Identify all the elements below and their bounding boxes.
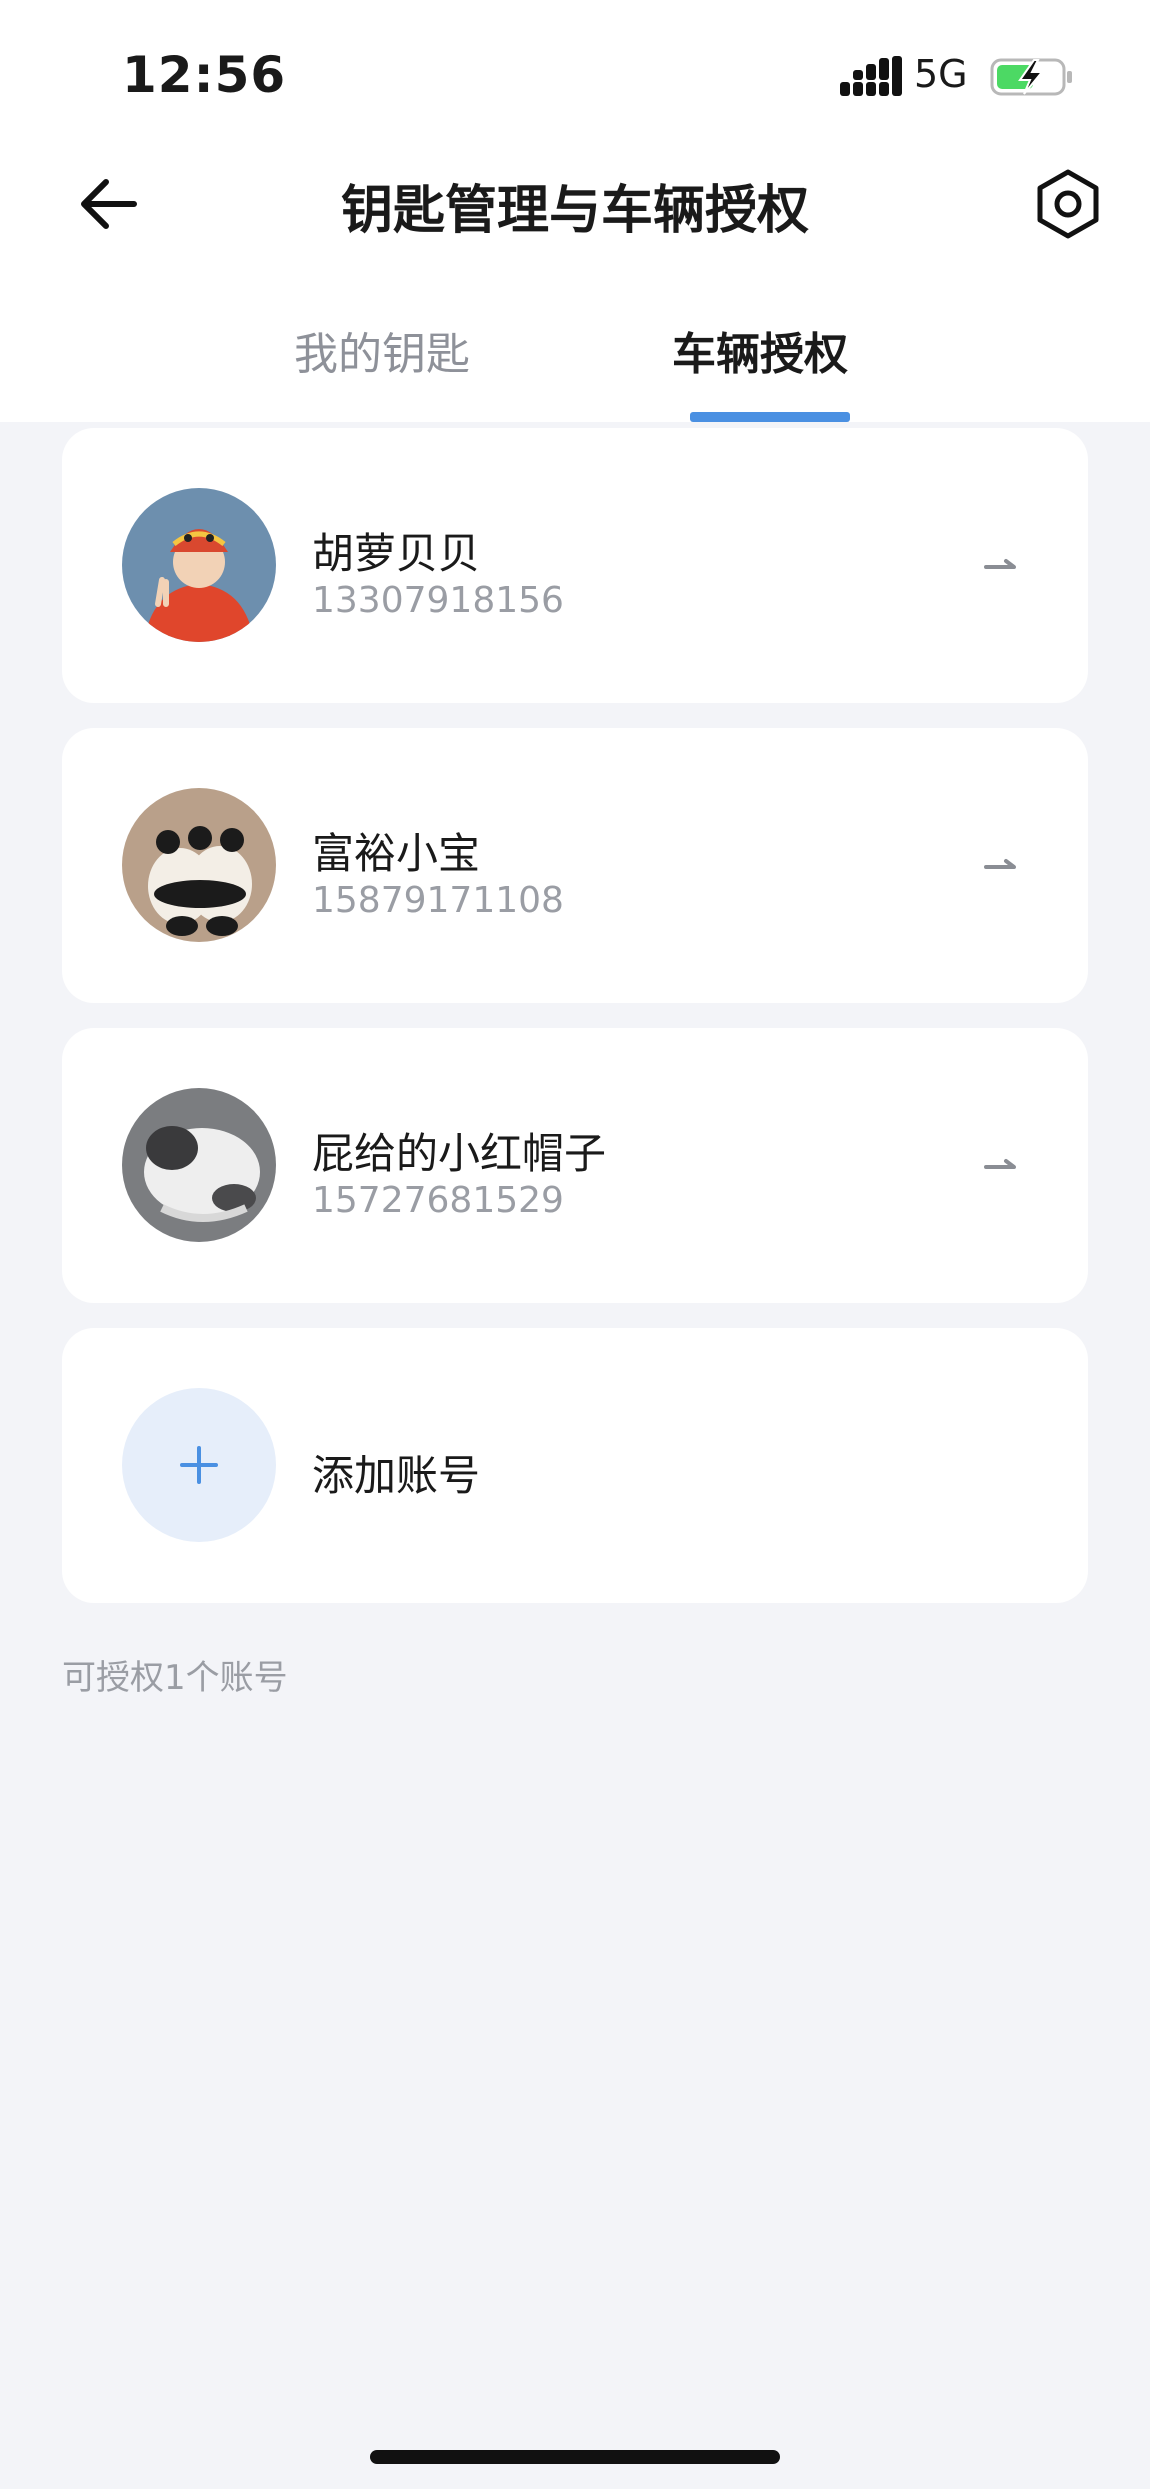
active-tab-indicator xyxy=(690,412,850,422)
tab-my-keys[interactable]: 我的钥匙 xyxy=(294,318,470,382)
battery-charging-icon xyxy=(990,58,1072,96)
account-name: 富裕小宝 xyxy=(312,829,481,878)
arrow-icon xyxy=(984,859,1016,869)
account-phone: 15727681529 xyxy=(312,1180,564,1221)
account-name: 屁给的小红帽子 xyxy=(312,1129,607,1178)
avatar xyxy=(122,488,276,642)
avatar xyxy=(122,1088,276,1242)
account-phone: 13307918156 xyxy=(312,580,564,621)
arrow-icon xyxy=(984,1159,1016,1169)
add-account-circle xyxy=(122,1388,276,1542)
home-indicator[interactable] xyxy=(370,2450,780,2464)
network-type: 5G xyxy=(914,52,968,96)
account-card[interactable]: 胡萝贝贝 13307918156 xyxy=(62,428,1088,703)
plus-icon xyxy=(180,1446,218,1484)
tab-vehicle-authorization[interactable]: 车辆授权 xyxy=(672,318,848,382)
avatar xyxy=(122,788,276,942)
account-name: 胡萝贝贝 xyxy=(312,529,481,578)
authorization-quota-note: 可授权1个账号 xyxy=(62,1658,288,1698)
account-card[interactable]: 屁给的小红帽子 15727681529 xyxy=(62,1028,1088,1303)
settings-gear-icon[interactable] xyxy=(1032,168,1104,240)
add-account-card[interactable]: 添加账号 xyxy=(62,1328,1088,1603)
account-card[interactable]: 富裕小宝 15879171108 xyxy=(62,728,1088,1003)
account-phone: 15879171108 xyxy=(312,880,564,921)
status-time: 12:56 xyxy=(122,46,287,104)
arrow-icon xyxy=(984,559,1016,569)
page-title: 钥匙管理与车辆授权 xyxy=(340,181,809,241)
add-account-label: 添加账号 xyxy=(312,1451,481,1500)
signal-icon xyxy=(840,56,902,96)
